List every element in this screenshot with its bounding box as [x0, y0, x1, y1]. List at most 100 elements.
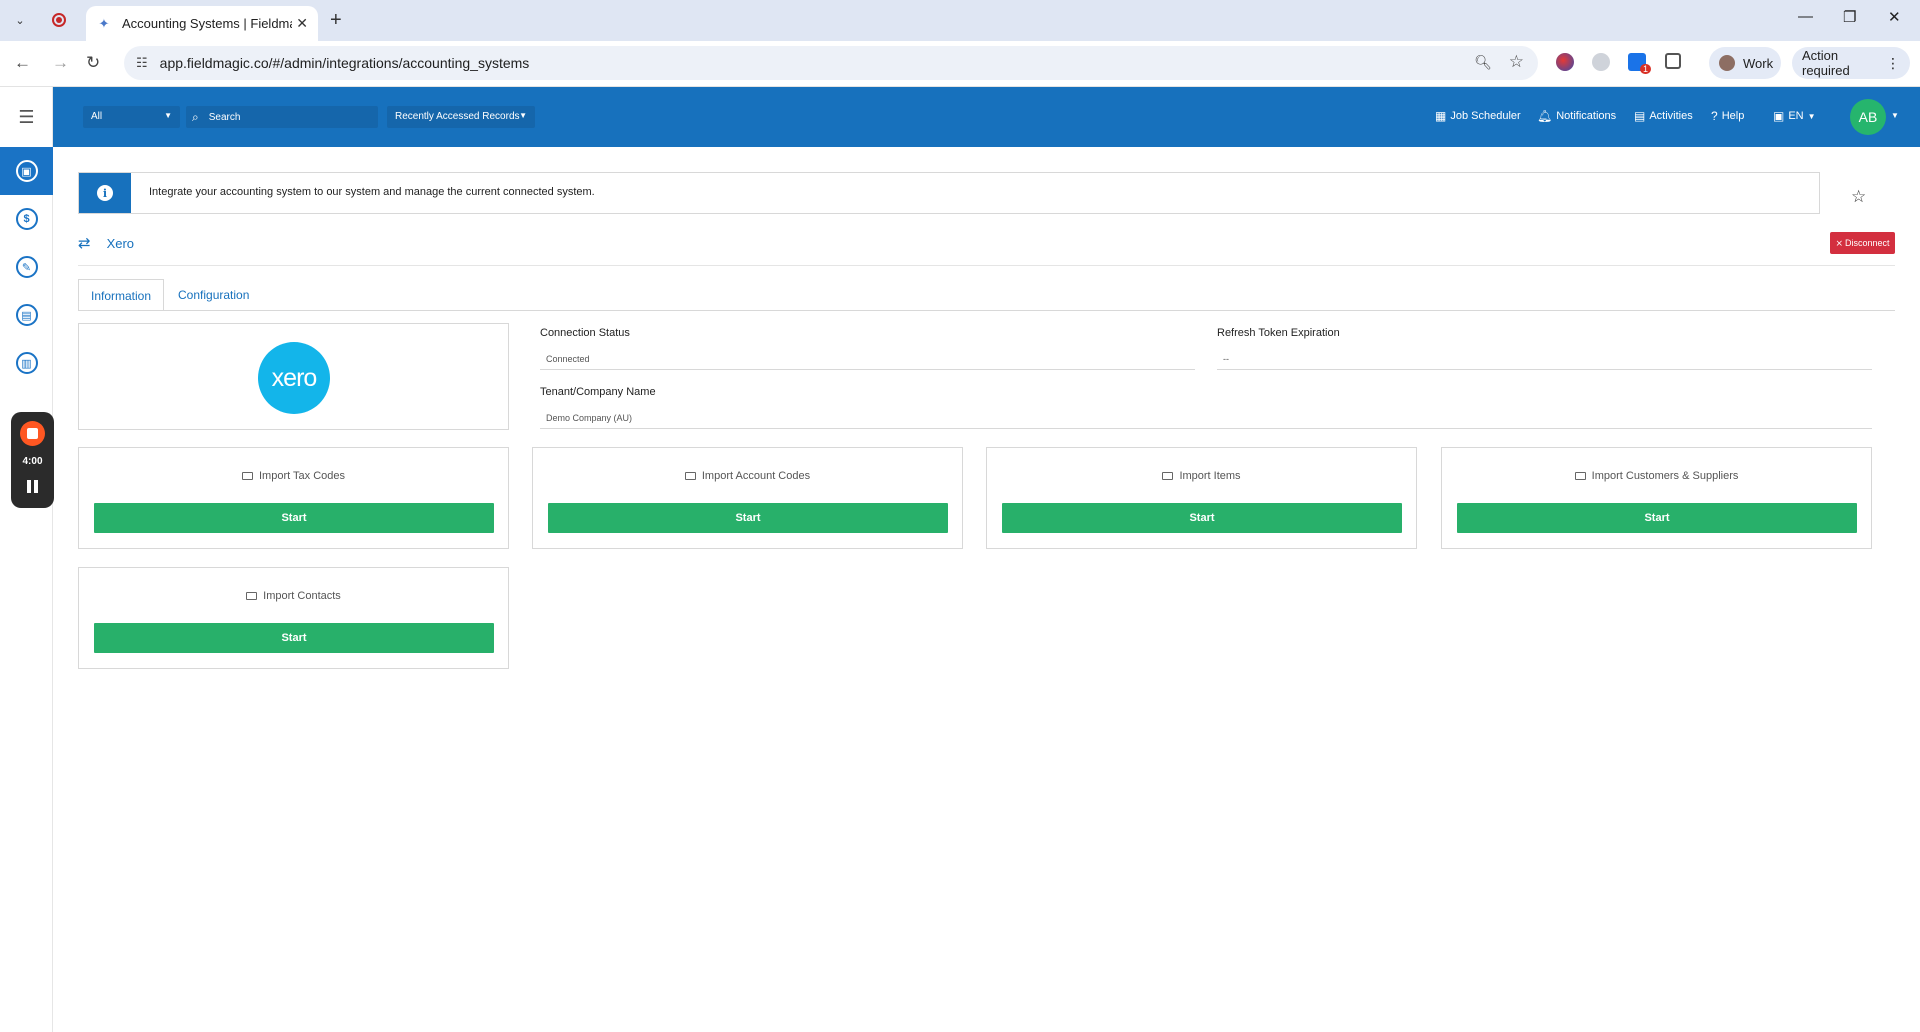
app-header: All ▼ ⌕ Search Recently Accessed Records… — [53, 87, 1920, 147]
dollar-icon: $ — [15, 208, 38, 230]
logo-panel: xero — [78, 323, 509, 430]
app-sidebar: ☰ ▣ $ ✎ ▤ ▥ ≡ — [0, 87, 53, 1032]
import-title: Import Customers & Suppliers — [1591, 470, 1739, 482]
pause-recording-icon[interactable] — [26, 480, 39, 493]
window-close-icon[interactable]: ✕ — [1888, 8, 1901, 26]
recording-indicator-icon — [52, 13, 66, 27]
disconnect-button[interactable]: ⨯ Disconnect — [1830, 232, 1895, 254]
start-import-account-codes-button[interactable]: Start — [548, 503, 948, 533]
info-banner: i Integrate your accounting system to ou… — [78, 172, 1820, 214]
briefcase-icon: ▤ — [15, 304, 38, 326]
help-link[interactable]: ? Help — [1711, 109, 1744, 123]
info-icon-box: i — [79, 173, 131, 213]
calendar-icon: ▦ — [1435, 109, 1447, 123]
language-icon: ▣ — [1773, 109, 1785, 123]
url-text: app.fieldmagic.co/#/admin/integrations/a… — [159, 55, 530, 71]
forward-icon[interactable]: → — [52, 53, 69, 73]
disconnect-label: Disconnect — [1845, 238, 1890, 248]
xero-logo: xero — [258, 342, 330, 414]
job-scheduler-label: Job Scheduler — [1450, 110, 1521, 122]
user-menu-caret-icon[interactable]: ▼ — [1891, 111, 1899, 120]
browser-menu-icon[interactable]: ⋮ — [1886, 55, 1900, 72]
admin-icon: ▣ — [15, 160, 38, 182]
extension-color-icon[interactable] — [1556, 53, 1574, 71]
help-label: Help — [1721, 110, 1745, 122]
browser-tab[interactable]: ✦ Accounting Systems | Fieldmag ✕ — [86, 6, 318, 41]
sidebar-item-assets[interactable]: ▤ — [0, 291, 53, 339]
language-dropdown[interactable]: ▣ EN ▼ — [1773, 109, 1816, 123]
restore-icon[interactable]: ❐ — [1843, 8, 1856, 26]
browser-tab-strip: ⌄ ✦ Accounting Systems | Fieldmag ✕ + — … — [0, 0, 1920, 41]
reload-icon[interactable]: ↻ — [86, 53, 100, 73]
tab-search-icon[interactable]: ⌄ — [10, 10, 30, 30]
close-tab-icon[interactable]: ✕ — [296, 15, 308, 32]
import-card-tax-codes: Import Tax Codes Start — [78, 447, 509, 549]
action-required-label: Action required — [1802, 48, 1850, 78]
profile-button[interactable]: Work — [1709, 47, 1781, 79]
notifications-link[interactable]: 🔔︎ Notifications — [1537, 109, 1616, 123]
import-card-title: Import Contacts — [79, 590, 508, 602]
import-card-title: Import Customers & Suppliers — [1442, 470, 1871, 482]
user-avatar[interactable]: AB — [1850, 99, 1886, 135]
info-text: Integrate your accounting system to our … — [149, 186, 595, 198]
address-bar[interactable]: ☷ app.fieldmagic.co/#/admin/integrations… — [124, 46, 1538, 80]
import-box-icon — [1162, 472, 1174, 480]
divider — [78, 265, 1895, 266]
activities-label: Activities — [1649, 110, 1693, 122]
import-box-icon — [684, 472, 696, 480]
new-tab-icon[interactable]: + — [330, 9, 342, 32]
global-search-input[interactable]: ⌕ Search — [186, 106, 378, 128]
extension-badge: 1 — [1640, 64, 1652, 74]
recent-records-dropdown[interactable]: Recently Accessed Records ▼ — [387, 106, 535, 128]
tabs-divider — [78, 310, 1895, 311]
sidebar-item-admin[interactable]: ▣ — [0, 147, 53, 195]
import-box-icon — [246, 592, 258, 600]
profile-label: Work — [1743, 55, 1774, 71]
screen-recorder-widget: 4:00 — [11, 412, 54, 508]
integration-title: ⇄ Xero — [78, 234, 134, 252]
start-import-tax-codes-button[interactable]: Start — [94, 503, 494, 533]
action-required-button[interactable]: Action required ⋮ — [1792, 47, 1910, 79]
import-box-icon — [1574, 472, 1586, 480]
stop-recording-button[interactable] — [20, 421, 45, 446]
disconnect-icon: ⨯ — [1835, 237, 1843, 248]
back-icon[interactable]: ← — [14, 53, 31, 73]
caret-down-icon: ▼ — [164, 111, 172, 120]
switch-arrows-icon: ⇄ — [78, 235, 91, 252]
bell-icon: 🔔︎ — [1537, 109, 1553, 123]
import-title: Import Items — [1179, 470, 1241, 482]
search-placeholder: Search — [208, 111, 241, 123]
import-card-customers-suppliers: Import Customers & Suppliers Start — [1441, 447, 1872, 549]
refresh-token-value: -- — [1217, 351, 1872, 370]
refresh-token-label: Refresh Token Expiration — [1217, 327, 1340, 339]
start-import-customers-suppliers-button[interactable]: Start — [1457, 503, 1857, 533]
tenant-label: Tenant/Company Name — [540, 386, 656, 398]
start-import-items-button[interactable]: Start — [1002, 503, 1402, 533]
language-label: EN — [1788, 110, 1804, 122]
activities-link[interactable]: ▤ Activities — [1634, 109, 1693, 123]
extensions-puzzle-icon[interactable] — [1665, 53, 1681, 69]
store-icon: ▥ — [15, 352, 38, 374]
import-card-account-codes: Import Account Codes Start — [532, 447, 963, 549]
wrench-icon: ✎ — [15, 256, 38, 278]
hamburger-menu-icon[interactable]: ☰ — [0, 87, 53, 147]
import-card-items: Import Items Start — [986, 447, 1417, 549]
tab-configuration[interactable]: Configuration — [166, 279, 261, 311]
search-scope-select[interactable]: All ▼ — [83, 106, 180, 128]
favorite-star-icon[interactable]: ☆ — [1851, 187, 1866, 207]
sidebar-item-finance[interactable]: $ — [0, 195, 53, 243]
bookmark-star-icon[interactable]: ☆ — [1509, 52, 1524, 72]
question-icon: ? — [1711, 109, 1718, 123]
sidebar-item-jobs[interactable]: ✎ — [0, 243, 53, 291]
site-info-icon[interactable]: ☷ — [136, 55, 148, 71]
sidebar-item-store[interactable]: ▥ — [0, 339, 53, 387]
extension-grey-icon[interactable] — [1592, 53, 1610, 71]
minimize-icon[interactable]: — — [1798, 8, 1813, 25]
zoom-icon[interactable]: 🔍︎ — [1474, 54, 1492, 71]
tab-information[interactable]: Information — [78, 279, 165, 311]
profile-avatar — [1719, 55, 1735, 71]
import-card-contacts: Import Contacts Start — [78, 567, 509, 669]
recent-records-label: Recently Accessed Records — [395, 111, 520, 122]
start-import-contacts-button[interactable]: Start — [94, 623, 494, 653]
job-scheduler-link[interactable]: ▦ Job Scheduler — [1435, 109, 1521, 123]
